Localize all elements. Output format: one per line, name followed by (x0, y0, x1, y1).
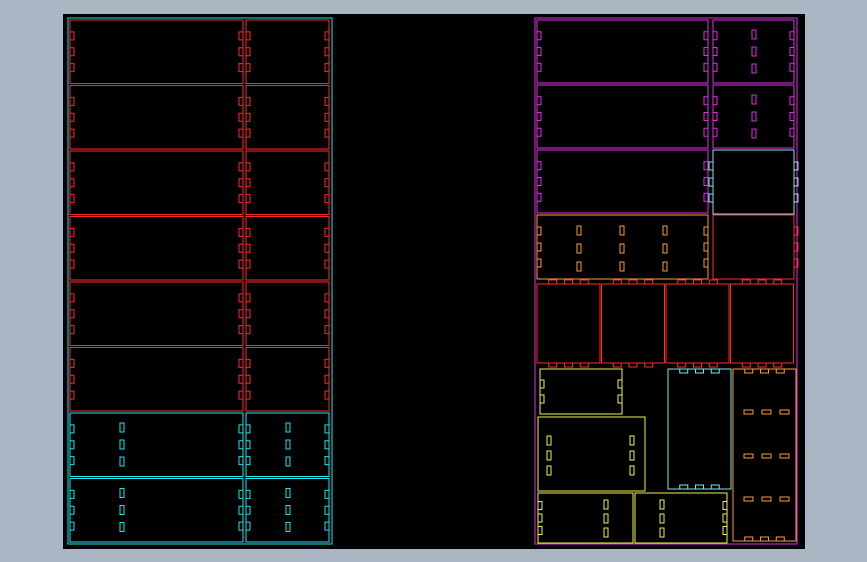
cad-drawing[interactable] (0, 0, 867, 562)
cad-viewport[interactable] (0, 0, 867, 562)
